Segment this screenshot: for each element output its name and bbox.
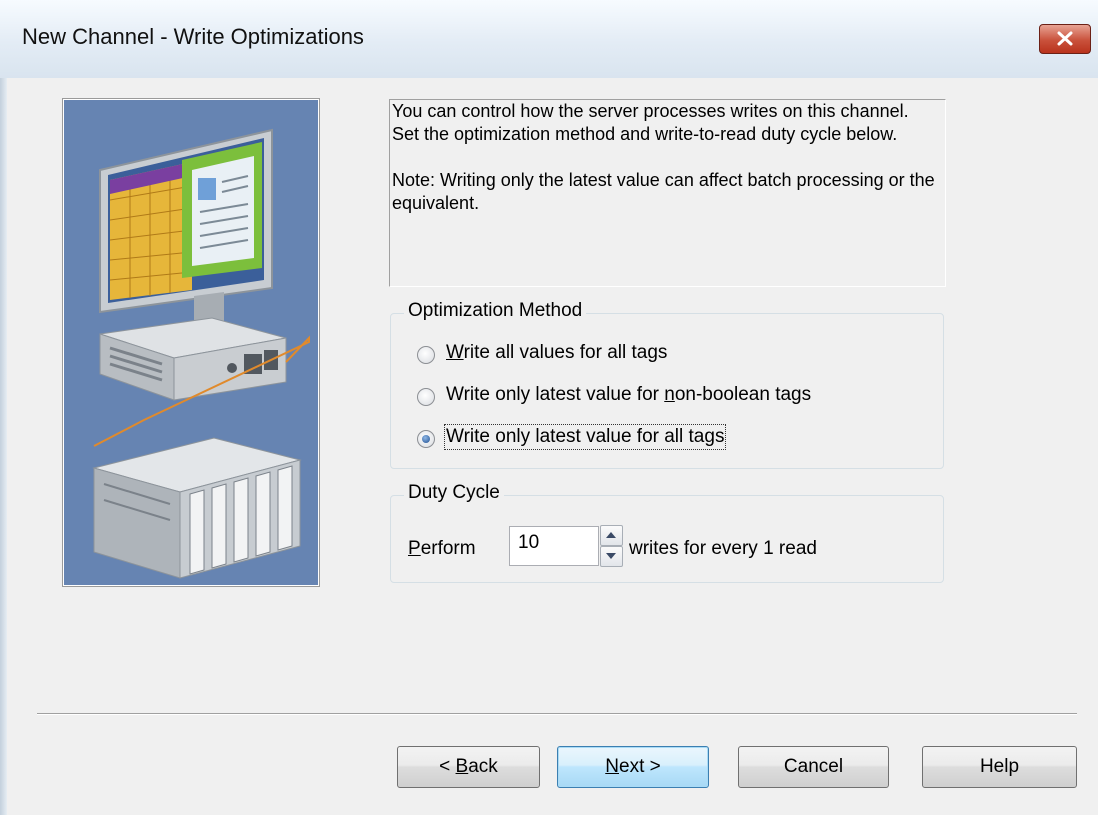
close-icon — [1057, 31, 1073, 46]
radio-write-all-values[interactable] — [417, 346, 435, 364]
arrow-down-icon — [606, 553, 616, 559]
computer-plc-illustration-icon — [64, 100, 318, 585]
close-button[interactable] — [1039, 24, 1091, 54]
arrow-up-icon — [606, 532, 616, 538]
radio-write-latest-non-boolean[interactable] — [417, 388, 435, 406]
radio-label-write-latest-non-boolean[interactable]: Write only latest value for non-boolean … — [446, 384, 811, 406]
window-title: New Channel - Write Optimizations — [22, 24, 364, 49]
spin-up-button[interactable] — [600, 525, 623, 546]
duty-cycle-spinner[interactable] — [600, 525, 623, 567]
optimization-method-legend: Optimization Method — [404, 300, 587, 322]
button-separator — [37, 713, 1077, 715]
help-button[interactable]: Help — [922, 746, 1077, 788]
wizard-illustration — [63, 99, 319, 586]
next-button[interactable]: Next > — [557, 746, 709, 788]
window-frame-left — [0, 78, 7, 815]
duty-cycle-legend: Duty Cycle — [404, 482, 504, 504]
radio-label-write-all-values[interactable]: Write all values for all tags — [446, 342, 667, 364]
spin-down-button[interactable] — [600, 546, 623, 567]
title-bar: New Channel - Write Optimizations — [0, 0, 1098, 78]
radio-selected-dot — [422, 435, 430, 443]
description-paragraph-2: Note: Writing only the latest value can … — [392, 170, 935, 213]
duty-cycle-input[interactable] — [509, 526, 599, 566]
writes-per-read-label: writes for every 1 read — [629, 538, 817, 559]
back-button[interactable]: < Back — [397, 746, 540, 788]
description-text: You can control how the server processes… — [392, 100, 938, 215]
radio-write-latest-all-tags[interactable] — [417, 430, 435, 448]
description-paragraph-1: You can control how the server processes… — [392, 101, 909, 144]
perform-label: Perform — [408, 538, 476, 559]
cancel-button[interactable]: Cancel — [738, 746, 889, 788]
radio-label-write-latest-all-tags[interactable]: Write only latest value for all tags — [443, 424, 727, 450]
